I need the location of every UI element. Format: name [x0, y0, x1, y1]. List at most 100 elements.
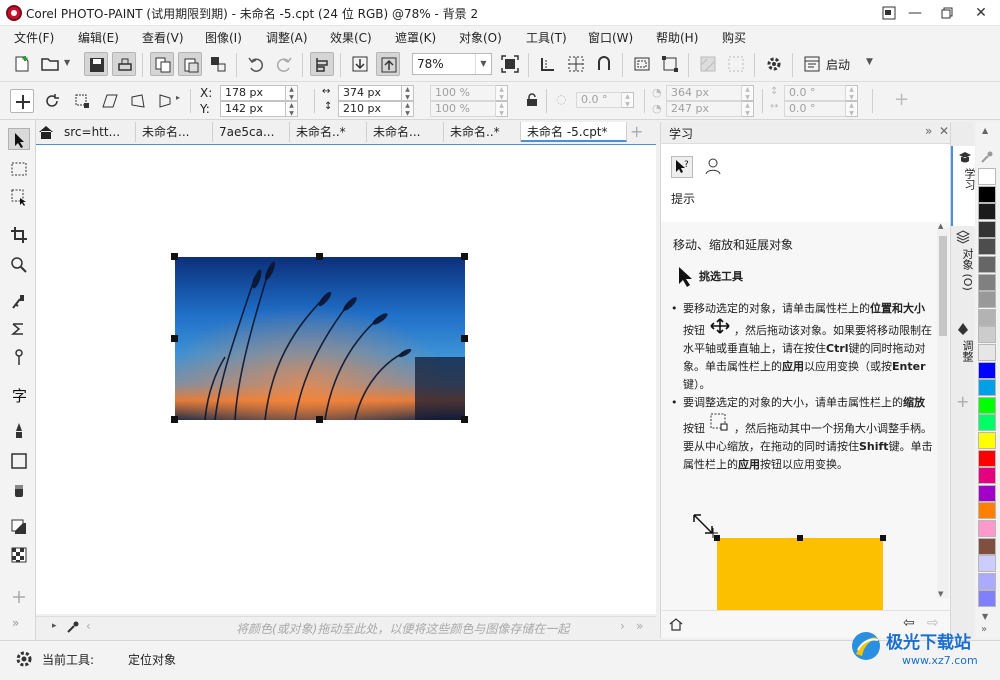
doc-tab-active[interactable]: 未命名 -5.cpt*: [521, 122, 627, 142]
doc-tab[interactable]: 未命名..*: [290, 122, 367, 142]
open-dropdown-icon[interactable]: ▼: [64, 58, 70, 67]
color-swatch[interactable]: [978, 344, 996, 361]
rotate-mode-icon[interactable]: [40, 89, 64, 113]
effect-tool-icon[interactable]: [8, 346, 30, 368]
home-tab-icon[interactable]: [38, 124, 54, 143]
position-size-mode-icon[interactable]: [10, 89, 34, 113]
show-mask-marquee-icon[interactable]: [630, 52, 654, 76]
menu-view[interactable]: 查看(V): [142, 29, 184, 46]
lock-ratio-icon[interactable]: [526, 93, 538, 110]
color-swatch[interactable]: [978, 432, 996, 449]
new-tab-icon[interactable]: +: [630, 122, 643, 141]
launch-icon[interactable]: [800, 52, 824, 76]
transform-dropdown-icon[interactable]: ▸: [176, 93, 180, 102]
color-swatch[interactable]: [978, 537, 996, 555]
zoom-tool-icon[interactable]: [8, 254, 30, 276]
rotation-field[interactable]: 0.0 °: [576, 92, 622, 108]
color-swatch[interactable]: [978, 449, 996, 467]
launch-label[interactable]: 启动: [826, 56, 850, 73]
close-button[interactable]: ✕: [962, 0, 1000, 26]
fit-to-window-icon[interactable]: [498, 52, 522, 76]
skew-mode-icon[interactable]: [98, 89, 122, 113]
color-swatch[interactable]: [978, 379, 996, 397]
guidelines-icon[interactable]: [564, 52, 588, 76]
menu-edit[interactable]: 编辑(E): [78, 29, 119, 46]
skew-x-field[interactable]: 0.0 °: [784, 85, 846, 101]
transparency-tool-icon[interactable]: [8, 544, 30, 566]
crop-tool-icon[interactable]: [8, 224, 30, 246]
color-swatch[interactable]: [978, 168, 996, 185]
color-swatch[interactable]: [978, 396, 996, 414]
color-swatch[interactable]: [978, 414, 996, 432]
hints-pick-tool-icon[interactable]: ?: [671, 156, 693, 178]
launch-dropdown-icon[interactable]: ▼: [866, 57, 873, 67]
menu-buy[interactable]: 购买: [722, 29, 746, 46]
color-swatch[interactable]: [978, 361, 996, 379]
scale-mode-icon[interactable]: [70, 89, 94, 113]
height-field[interactable]: 210 px: [338, 101, 402, 117]
side-tab-objects[interactable]: 对象 (O): [951, 226, 975, 312]
zoom-level-combo[interactable]: 78% ▼: [412, 53, 492, 75]
width-spinner[interactable]: ▲ ▼: [402, 85, 414, 101]
color-swatch[interactable]: [978, 467, 996, 485]
side-tab-adjust[interactable]: 调整: [951, 318, 975, 378]
menu-window[interactable]: 窗口(W): [588, 29, 633, 46]
selection-handle[interactable]: [171, 335, 178, 342]
center-x-spinner[interactable]: ▲ ▼: [742, 85, 754, 101]
menu-mask[interactable]: 遮罩(K): [395, 29, 436, 46]
center-y-spinner[interactable]: ▲ ▼: [742, 101, 754, 117]
color-swatch[interactable]: [978, 502, 996, 520]
paste-icon[interactable]: [178, 52, 202, 76]
redeye-tool-icon[interactable]: [8, 318, 30, 340]
rulers-icon[interactable]: [536, 52, 560, 76]
selection-handle[interactable]: [461, 253, 468, 260]
scroll-down-icon[interactable]: ▼: [938, 590, 943, 598]
eraser-tool-icon[interactable]: [8, 480, 30, 502]
y-position-field[interactable]: 142 px: [220, 101, 286, 117]
distort-mode-icon[interactable]: [126, 89, 150, 113]
y-spinner[interactable]: ▲ ▼: [286, 101, 298, 117]
doc-tab[interactable]: src=htt...: [58, 122, 136, 142]
color-swatch[interactable]: [978, 273, 996, 291]
open-folder-icon[interactable]: [38, 52, 62, 76]
color-swatch[interactable]: [978, 555, 996, 573]
tray-scroll-right-icon[interactable]: ›: [620, 619, 625, 633]
scale-x-field[interactable]: 100 %: [430, 85, 496, 101]
selection-handle[interactable]: [316, 416, 323, 423]
toolbox-expand-icon[interactable]: »: [12, 616, 19, 630]
tray-expand-icon[interactable]: »: [636, 619, 643, 633]
eyedropper-tool-icon[interactable]: [8, 290, 30, 312]
undo-icon[interactable]: [244, 52, 268, 76]
hints-learn-icon[interactable]: [703, 156, 723, 179]
snap-to-icon[interactable]: [592, 52, 616, 76]
color-swatch[interactable]: [978, 326, 996, 344]
selection-handle[interactable]: [171, 416, 178, 423]
menu-object[interactable]: 对象(O): [459, 29, 502, 46]
doc-tab[interactable]: 7ae5ca...: [213, 122, 290, 142]
menu-effects[interactable]: 效果(C): [330, 29, 372, 46]
rectangle-mask-tool-icon[interactable]: [8, 158, 30, 180]
scale-y-spinner[interactable]: ▲ ▼: [496, 101, 508, 117]
menu-tools[interactable]: 工具(T): [526, 29, 567, 46]
doc-tab[interactable]: 未命名...: [367, 122, 444, 142]
selection-handle[interactable]: [316, 253, 323, 260]
color-swatch[interactable]: [978, 590, 996, 608]
tray-flyout-icon[interactable]: ▸: [52, 621, 57, 631]
skew-y-spinner[interactable]: ▲ ▼: [846, 101, 858, 117]
selection-handle[interactable]: [461, 416, 468, 423]
new-document-icon[interactable]: [10, 52, 34, 76]
scale-y-field[interactable]: 100 %: [430, 101, 496, 117]
color-swatch[interactable]: [978, 238, 996, 256]
hints-home-icon[interactable]: [669, 617, 683, 634]
pick-tool-icon[interactable]: [8, 128, 30, 150]
menu-adjust[interactable]: 调整(A): [266, 29, 308, 46]
color-swatch[interactable]: [978, 256, 996, 273]
tray-eyedropper-icon[interactable]: [66, 620, 80, 637]
copy-icon[interactable]: [150, 52, 174, 76]
paint-tool-icon[interactable]: [8, 420, 30, 442]
doc-tab[interactable]: 未命名..*: [444, 122, 521, 142]
x-spinner[interactable]: ▲ ▼: [286, 85, 298, 101]
x-position-field[interactable]: 178 px: [220, 85, 286, 101]
palette-scroll-up-icon[interactable]: ▲: [982, 126, 988, 135]
paste-as-object-icon[interactable]: [206, 52, 230, 76]
